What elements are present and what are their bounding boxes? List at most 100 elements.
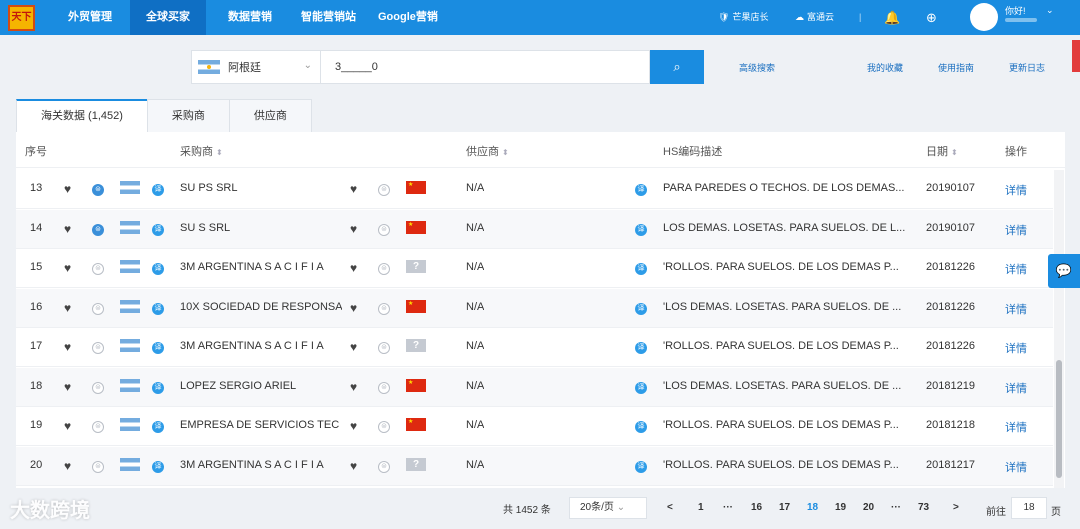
table-row[interactable]: 13 ♥ ⊜ 译 SU PS SRL ♥ ⊜ N/A 译 PARA PAREDES O TECHO…: [16, 170, 1053, 209]
detail-link[interactable]: 详情: [1005, 261, 1027, 277]
table-row[interactable]: 19 ♥ ⊜ 译 EMPRESA DE SERVICIOS TEC ♥ ⊜ N/A 译 'ROLL…: [16, 407, 1053, 446]
favorite-heart-icon[interactable]: ♥: [350, 459, 357, 473]
favorite-heart-icon[interactable]: ♥: [350, 301, 357, 315]
header-buyer[interactable]: 采购商 ⬍: [180, 143, 223, 159]
page-ellipsis-left[interactable]: ···: [723, 502, 733, 513]
favorite-heart-icon[interactable]: ♥: [350, 261, 357, 275]
translate-icon[interactable]: 译: [635, 460, 647, 473]
contact-icon[interactable]: ⊜: [378, 223, 390, 236]
favorite-heart-icon[interactable]: ♥: [64, 222, 71, 236]
translate-icon[interactable]: 译: [152, 263, 164, 275]
header-date[interactable]: 日期 ⬍: [926, 143, 958, 159]
contact-icon[interactable]: ⊜: [378, 421, 390, 433]
search-button[interactable]: ⌕: [650, 50, 704, 84]
translate-icon[interactable]: 译: [152, 302, 164, 315]
translate-icon[interactable]: 译: [152, 342, 164, 354]
buyer-name[interactable]: 3M ARGENTINA S A C I F I A: [180, 261, 342, 273]
search-input[interactable]: [321, 50, 650, 84]
contact-icon[interactable]: ⊜: [92, 342, 104, 354]
chevron-down-icon[interactable]: ⌄: [1046, 5, 1054, 16]
page-17[interactable]: 17: [779, 502, 790, 513]
detail-link[interactable]: 详情: [1005, 459, 1027, 475]
translate-icon[interactable]: 译: [635, 184, 647, 196]
country-select[interactable]: 阿根廷 ⌄: [191, 50, 321, 84]
nav-item-smart-site[interactable]: 智能营销站: [285, 0, 372, 35]
favorite-heart-icon[interactable]: ♥: [64, 459, 71, 473]
tab-buyers[interactable]: 采购商: [146, 99, 230, 132]
favorite-heart-icon[interactable]: ♥: [64, 261, 71, 275]
translate-icon[interactable]: 译: [635, 342, 647, 354]
buyer-name[interactable]: LOPEZ SERGIO ARIEL: [180, 380, 342, 392]
translate-icon[interactable]: 译: [635, 263, 647, 275]
prev-page-icon[interactable]: <: [667, 502, 673, 513]
translate-icon[interactable]: 译: [635, 302, 647, 315]
table-row[interactable]: 15 ♥ ⊜ 译 3M ARGENTINA S A C I F I A ♥ ⊜? N/A 译 'R…: [16, 249, 1053, 288]
favorite-heart-icon[interactable]: ♥: [350, 380, 357, 394]
favorite-heart-icon[interactable]: ♥: [64, 301, 71, 315]
table-row[interactable]: 17 ♥ ⊜ 译 3M ARGENTINA S A C I F I A ♥ ⊜? N/A 译 'R…: [16, 328, 1053, 367]
detail-link[interactable]: 详情: [1005, 340, 1027, 356]
detail-link[interactable]: 详情: [1005, 419, 1027, 435]
advanced-search-link[interactable]: 高级搜索: [739, 61, 775, 74]
translate-icon[interactable]: 译: [152, 184, 164, 196]
buyer-name[interactable]: 3M ARGENTINA S A C I F I A: [180, 459, 342, 471]
nav-item-trade[interactable]: 外贸管理: [52, 0, 128, 35]
favorites-link[interactable]: 我的收藏: [867, 61, 903, 74]
contact-icon[interactable]: ⊜: [92, 263, 104, 275]
favorite-heart-icon[interactable]: ♥: [64, 380, 71, 394]
favorite-heart-icon[interactable]: ♥: [350, 222, 357, 236]
favorite-heart-icon[interactable]: ♥: [350, 182, 357, 196]
tab-customs-data[interactable]: 海关数据 (1,452): [16, 99, 148, 132]
contact-icon[interactable]: ⊜: [92, 381, 104, 394]
next-page-icon[interactable]: >: [953, 502, 959, 513]
contact-icon[interactable]: ⊜: [92, 184, 104, 196]
translate-icon[interactable]: 译: [635, 381, 647, 394]
buyer-name[interactable]: SU S SRL: [180, 222, 342, 234]
table-row[interactable]: 16 ♥ ⊜ 译 10X SOCIEDAD DE RESPONSA ♥ ⊜ N/A 译 'LOS …: [16, 288, 1053, 328]
avatar[interactable]: [970, 3, 998, 31]
page-18[interactable]: 18: [807, 502, 818, 513]
detail-link[interactable]: 详情: [1005, 301, 1027, 317]
table-row[interactable]: 14 ♥ ⊜ 译 SU S SRL ♥ ⊜ N/A 译 LOS DEMAS. LOSETAS. P…: [16, 209, 1053, 249]
chat-button[interactable]: 💬: [1048, 254, 1080, 288]
app-logo[interactable]: 天下: [8, 5, 35, 31]
buyer-name[interactable]: SU PS SRL: [180, 182, 342, 194]
detail-link[interactable]: 详情: [1005, 222, 1027, 238]
table-row[interactable]: 18 ♥ ⊜ 译 LOPEZ SERGIO ARIEL ♥ ⊜ N/A 译 'LOS DEMAS.…: [16, 367, 1053, 407]
contact-icon[interactable]: ⊜: [92, 421, 104, 433]
favorite-heart-icon[interactable]: ♥: [64, 182, 71, 196]
buyer-name[interactable]: 3M ARGENTINA S A C I F I A: [180, 340, 342, 352]
side-tab[interactable]: [1072, 40, 1080, 72]
tab-suppliers[interactable]: 供应商: [228, 99, 312, 132]
buyer-name[interactable]: EMPRESA DE SERVICIOS TEC: [180, 419, 342, 431]
contact-icon[interactable]: ⊜: [92, 460, 104, 473]
translate-icon[interactable]: 译: [635, 223, 647, 236]
contact-icon[interactable]: ⊜: [378, 263, 390, 275]
contact-icon[interactable]: ⊜: [378, 184, 390, 196]
table-row[interactable]: 20 ♥ ⊜ 译 3M ARGENTINA S A C I F I A ♥ ⊜? N/A 译 'R…: [16, 446, 1053, 486]
page-ellipsis-right[interactable]: ···: [891, 502, 901, 513]
page-16[interactable]: 16: [751, 502, 762, 513]
translate-icon[interactable]: 译: [635, 421, 647, 433]
goto-page-input[interactable]: 18: [1011, 497, 1047, 519]
header-supplier[interactable]: 供应商 ⬍: [466, 143, 509, 159]
detail-link[interactable]: 详情: [1005, 182, 1027, 198]
contact-icon[interactable]: ⊜: [378, 342, 390, 354]
detail-link[interactable]: 详情: [1005, 380, 1027, 396]
nav-item-data-marketing[interactable]: 数据营销: [212, 0, 288, 35]
contact-icon[interactable]: ⊜: [378, 460, 390, 473]
translate-icon[interactable]: 译: [152, 421, 164, 433]
favorite-heart-icon[interactable]: ♥: [64, 340, 71, 354]
contact-icon[interactable]: ⊜: [378, 302, 390, 315]
buyer-name[interactable]: 10X SOCIEDAD DE RESPONSA: [180, 301, 342, 313]
translate-icon[interactable]: 译: [152, 460, 164, 473]
language-icon[interactable]: ⊕: [926, 0, 937, 35]
bell-icon[interactable]: 🔔: [884, 0, 900, 35]
page-19[interactable]: 19: [835, 502, 846, 513]
contact-icon[interactable]: ⊜: [378, 381, 390, 394]
nav-item-global-buyers[interactable]: 全球买家: [130, 0, 206, 35]
scrollbar[interactable]: [1054, 170, 1064, 488]
page-73[interactable]: 73: [918, 502, 929, 513]
page-1[interactable]: 1: [698, 502, 704, 513]
nav-item-google[interactable]: Google营销: [362, 0, 454, 35]
